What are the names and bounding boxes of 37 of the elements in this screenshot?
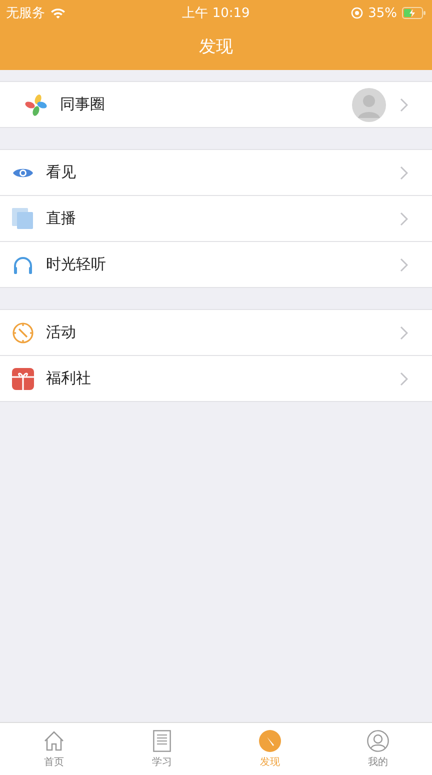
chevron-icon — [400, 258, 408, 272]
home-icon — [43, 730, 65, 752]
page-title: 发现 — [198, 36, 234, 58]
menu-item-label: 活动 — [46, 323, 77, 342]
menu-item-label: 同事圈 — [60, 95, 106, 114]
tab-item[interactable]: 首页 — [0, 723, 108, 775]
chevron-icon — [400, 326, 408, 340]
menu-item-label: 福利社 — [46, 369, 92, 388]
battery-icon — [402, 7, 426, 19]
headphones-icon — [12, 254, 34, 274]
pinwheel-icon — [24, 92, 48, 116]
tab-item[interactable]: 我的 — [324, 723, 432, 775]
gift-icon — [12, 368, 34, 390]
carrier-text: 无服务 — [6, 5, 45, 22]
menu-item[interactable]: 时光轻听 — [0, 242, 432, 287]
menu-item[interactable]: 福利社 — [0, 356, 432, 401]
profile-icon — [367, 730, 389, 752]
wifi-icon — [50, 7, 66, 19]
chevron-icon — [400, 166, 408, 180]
stacked-squares-icon — [12, 208, 34, 230]
battery-text: 35% — [368, 6, 397, 20]
menu-item-label: 时光轻听 — [46, 255, 107, 274]
menu-item-label: 直播 — [46, 209, 77, 228]
chevron-icon — [400, 98, 408, 112]
chevron-icon — [400, 372, 408, 386]
clock-text: 上午 10:19 — [182, 5, 250, 22]
menu-item-label: 看见 — [46, 163, 77, 182]
compass-icon — [259, 730, 281, 752]
tab-item[interactable]: 学习 — [108, 723, 216, 775]
compass-icon — [12, 322, 34, 344]
document-icon — [153, 730, 171, 752]
menu-item[interactable]: 看见 — [0, 150, 432, 196]
menu-item[interactable]: 同事圈 — [0, 82, 432, 127]
menu-item[interactable]: 活动 — [0, 310, 432, 356]
menu-item[interactable]: 直播 — [0, 196, 432, 242]
rotation-lock-icon — [351, 7, 364, 19]
chevron-icon — [400, 212, 408, 226]
